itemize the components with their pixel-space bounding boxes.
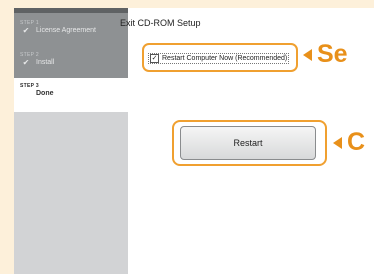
step-2-label: Install — [36, 59, 55, 66]
sidebar-top-bar — [14, 8, 128, 13]
arrow-left-icon — [333, 136, 342, 149]
checkbox-checked-icon[interactable]: ✓ — [150, 54, 159, 63]
step-1: STEP 1 ✔ License Agreement — [20, 20, 128, 35]
step-1-label: License Agreement — [36, 27, 96, 34]
step-3-current: STEP 3 Done — [14, 78, 128, 112]
step-3-label: Done — [36, 90, 54, 97]
step-2-row: ✔ Install — [20, 58, 128, 67]
select-callout-text: Se — [317, 40, 348, 68]
check-icon: ✔ — [22, 58, 30, 67]
check-icon: ✔ — [22, 26, 30, 35]
select-callout: Se — [303, 40, 348, 69]
click-callout-text: C — [347, 128, 366, 156]
step-3: STEP 3 Done — [20, 83, 128, 98]
arrow-left-icon — [303, 48, 312, 61]
step-1-row: ✔ License Agreement — [20, 26, 128, 35]
completed-steps-panel: STEP 1 ✔ License Agreement STEP 2 ✔ Inst… — [14, 8, 128, 78]
step-2: STEP 2 ✔ Install — [20, 52, 128, 67]
steps-sidebar: STEP 1 ✔ License Agreement STEP 2 ✔ Inst… — [14, 8, 128, 274]
restart-button[interactable]: Restart — [180, 126, 316, 160]
page-title: Exit CD-ROM Setup — [120, 18, 201, 28]
click-callout: C — [333, 128, 365, 157]
restart-checkbox-label: Restart Computer Now (Recommended) — [162, 55, 288, 62]
restart-checkbox[interactable]: ✓ Restart Computer Now (Recommended) — [148, 53, 290, 64]
